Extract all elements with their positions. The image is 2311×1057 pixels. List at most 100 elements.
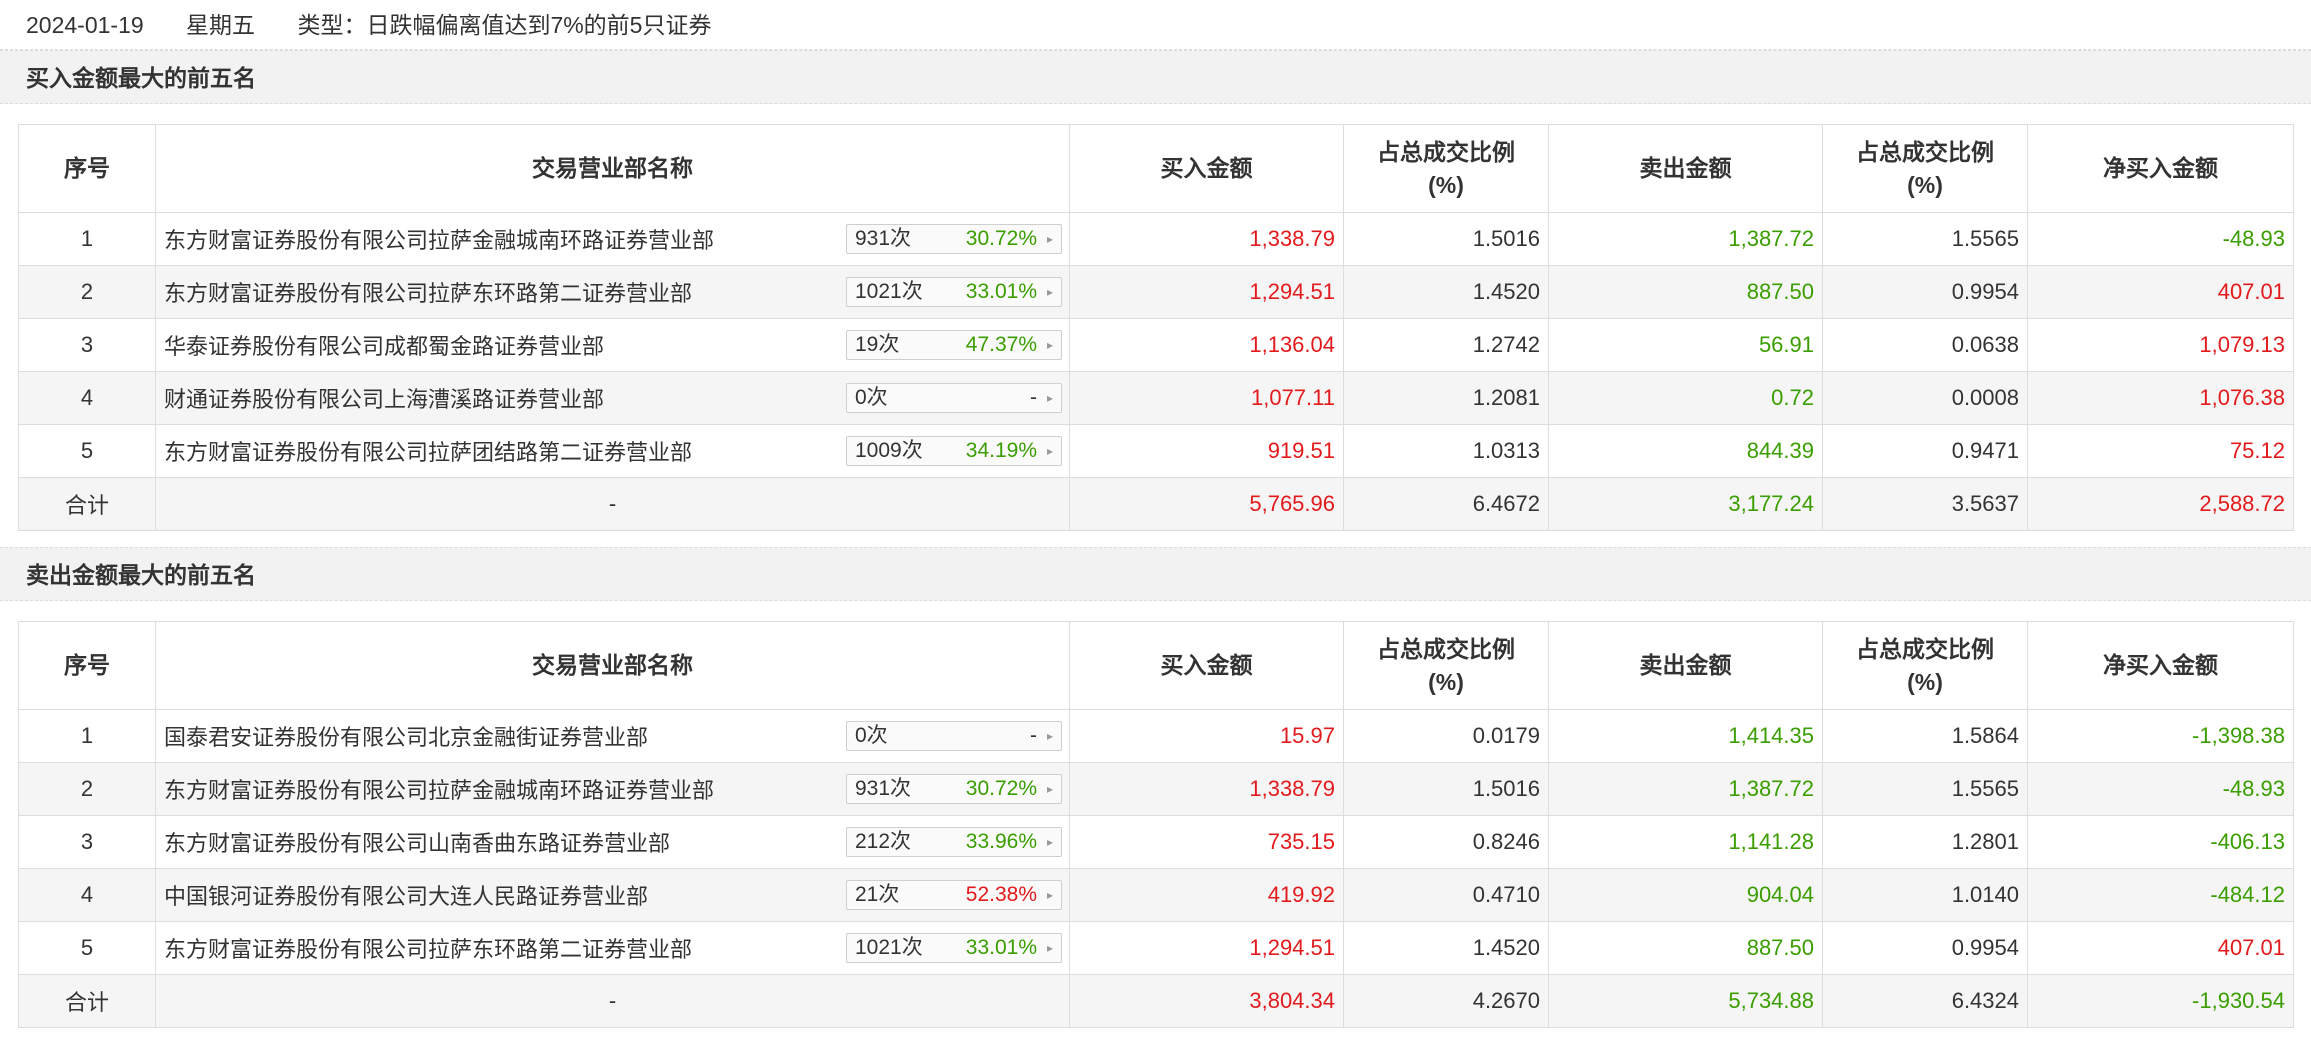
win-rate: -: [1030, 724, 1037, 747]
buy-amount-cell: 1,338.79: [1069, 762, 1344, 816]
total-sell-ratio-cell: 3.5637: [1822, 477, 2028, 531]
table-header-row: 序号 交易营业部名称 买入金额 占总成交比例 (%) 卖出金额 占总成交比例 (%)…: [18, 621, 2294, 710]
buy-amount-cell: 1,136.04: [1069, 318, 1344, 372]
branch-name[interactable]: 华泰证券股份有限公司成都蜀金路证券营业部: [164, 329, 604, 361]
branch-name[interactable]: 财通证券股份有限公司上海漕溪路证券营业部: [164, 382, 604, 414]
total-name-cell: -: [155, 974, 1070, 1028]
total-buy-ratio-cell: 6.4672: [1343, 477, 1549, 531]
buy-table-body: 1 东方财富证券股份有限公司拉萨金融城南环路证券营业部 931次 30.72% ▸ 1,3…: [18, 212, 2294, 531]
branch-name[interactable]: 国泰君安证券股份有限公司北京金融街证券营业部: [164, 720, 648, 752]
branch-stats-badge[interactable]: 1021次 33.01% ▸: [846, 277, 1062, 307]
branch-name[interactable]: 东方财富证券股份有限公司拉萨金融城南环路证券营业部: [164, 773, 714, 805]
col-header-buy: 买入金额: [1069, 621, 1344, 710]
branch-name[interactable]: 东方财富证券股份有限公司拉萨团结路第二证券营业部: [164, 435, 692, 467]
buy-table-wrapper: 序号 交易营业部名称 买入金额 占总成交比例 (%) 卖出金额 占总成交比例 (%)…: [0, 124, 2311, 531]
header-line: 占总成交比例: [1377, 138, 1515, 165]
buy-amount-cell: 15.97: [1069, 709, 1344, 763]
table-row: 5 东方财富证券股份有限公司拉萨团结路第二证券营业部 1009次 34.19% ▸ 919…: [18, 424, 2294, 478]
col-header-sell: 卖出金额: [1548, 124, 1823, 213]
table-header-row: 序号 交易营业部名称 买入金额 占总成交比例 (%) 卖出金额 占总成交比例 (%)…: [18, 124, 2294, 213]
caret-right-icon: ▸: [1046, 338, 1053, 352]
sell-ratio-cell: 1.0140: [1822, 868, 2028, 922]
branch-stats-badge[interactable]: 21次 52.38% ▸: [846, 880, 1062, 910]
caret-right-icon: ▸: [1046, 285, 1053, 299]
caret-right-icon: ▸: [1046, 888, 1053, 902]
listing-count: 21次: [855, 883, 900, 906]
listing-count: 931次: [855, 777, 912, 800]
branch-stats-badge[interactable]: 0次 - ▸: [846, 721, 1062, 751]
branch-name[interactable]: 中国银河证券股份有限公司大连人民路证券营业部: [164, 879, 648, 911]
col-header-net: 净买入金额: [2027, 621, 2294, 710]
table-row: 2 东方财富证券股份有限公司拉萨金融城南环路证券营业部 931次 30.72% ▸ 1,3…: [18, 762, 2294, 816]
table-row: 2 东方财富证券股份有限公司拉萨东环路第二证券营业部 1021次 33.01% ▸ 1,2…: [18, 265, 2294, 319]
listing-count: 1009次: [855, 439, 923, 462]
branch-stats-badge[interactable]: 931次 30.72% ▸: [846, 224, 1062, 254]
col-header-name: 交易营业部名称: [155, 124, 1070, 213]
header-line: (%): [1428, 668, 1464, 695]
listing-count: 212次: [855, 830, 912, 853]
total-net-cell: -1,930.54: [2027, 974, 2294, 1028]
table-row: 3 东方财富证券股份有限公司山南香曲东路证券营业部 212次 33.96% ▸ 735.1…: [18, 815, 2294, 869]
col-header-sell-ratio: 占总成交比例 (%): [1822, 124, 2028, 213]
branch-name[interactable]: 东方财富证券股份有限公司拉萨东环路第二证券营业部: [164, 932, 692, 964]
win-rate: 34.19%: [965, 439, 1037, 462]
buy-ratio-cell: 1.5016: [1343, 212, 1549, 266]
branch-stats-badge[interactable]: 1021次 33.01% ▸: [846, 933, 1062, 963]
col-header-name: 交易营业部名称: [155, 621, 1070, 710]
win-rate: -: [1030, 386, 1037, 409]
buy-ratio-cell: 1.4520: [1343, 921, 1549, 975]
win-rate: 33.96%: [965, 830, 1037, 853]
branch-stats-badge[interactable]: 1009次 34.19% ▸: [846, 436, 1062, 466]
header-line: 占总成交比例: [1856, 635, 1994, 662]
sell-ratio-cell: 1.5864: [1822, 709, 2028, 763]
seq-cell: 3: [18, 318, 156, 372]
listing-count: 1021次: [855, 280, 923, 303]
win-rate: 30.72%: [965, 777, 1037, 800]
branch-name[interactable]: 东方财富证券股份有限公司拉萨金融城南环路证券营业部: [164, 223, 714, 255]
branch-stats-badge[interactable]: 0次 - ▸: [846, 383, 1062, 413]
listing-count: 1021次: [855, 936, 923, 959]
branch-name[interactable]: 东方财富证券股份有限公司拉萨东环路第二证券营业部: [164, 276, 692, 308]
caret-right-icon: ▸: [1046, 835, 1053, 849]
buy-ratio-cell: 1.5016: [1343, 762, 1549, 816]
table-row: 1 东方财富证券股份有限公司拉萨金融城南环路证券营业部 931次 30.72% ▸ 1,3…: [18, 212, 2294, 266]
win-rate: 33.01%: [965, 936, 1037, 959]
buy-amount-cell: 1,294.51: [1069, 921, 1344, 975]
col-header-buy-ratio: 占总成交比例 (%): [1343, 124, 1549, 213]
weekday-label: 星期五: [186, 12, 256, 38]
seq-cell: 2: [18, 762, 156, 816]
table-row: 4 中国银河证券股份有限公司大连人民路证券营业部 21次 52.38% ▸ 419.92 0…: [18, 868, 2294, 922]
buy-ratio-cell: 0.8246: [1343, 815, 1549, 869]
sell-amount-cell: 1,141.28: [1548, 815, 1823, 869]
branch-name[interactable]: 东方财富证券股份有限公司山南香曲东路证券营业部: [164, 826, 670, 858]
listing-count: 931次: [855, 227, 912, 250]
seq-cell: 1: [18, 709, 156, 763]
table-row: 5 东方财富证券股份有限公司拉萨东环路第二证券营业部 1021次 33.01% ▸ 1,2…: [18, 921, 2294, 975]
branch-name-cell: 财通证券股份有限公司上海漕溪路证券营业部 0次 - ▸: [155, 371, 1070, 425]
branch-stats-badge[interactable]: 19次 47.37% ▸: [846, 330, 1062, 360]
win-rate: 33.01%: [965, 280, 1037, 303]
header-line: (%): [1907, 171, 1943, 198]
branch-name-cell: 东方财富证券股份有限公司拉萨金融城南环路证券营业部 931次 30.72% ▸: [155, 212, 1070, 266]
total-row: 合计 -3,804.34 4.2670 5,734.88 6.4324 -1,930.54: [18, 974, 2294, 1028]
header-line: (%): [1428, 171, 1464, 198]
branch-stats-badge[interactable]: 931次 30.72% ▸: [846, 774, 1062, 804]
net-amount-cell: 1,076.38: [2027, 371, 2294, 425]
net-amount-cell: -484.12: [2027, 868, 2294, 922]
listing-count: 0次: [855, 724, 888, 747]
sell-amount-cell: 1,387.72: [1548, 212, 1823, 266]
header-line: (%): [1907, 668, 1943, 695]
caret-right-icon: ▸: [1046, 782, 1053, 796]
date-bar: 2024-01-19 星期五 类型：日跌幅偏离值达到7%的前5只证券: [0, 0, 2311, 50]
caret-right-icon: ▸: [1046, 729, 1053, 743]
sell-amount-cell: 887.50: [1548, 265, 1823, 319]
net-amount-cell: -48.93: [2027, 212, 2294, 266]
win-rate: 47.37%: [965, 333, 1037, 356]
table-row: 1 国泰君安证券股份有限公司北京金融街证券营业部 0次 - ▸ 15.97 0.0179 1,…: [18, 709, 2294, 763]
branch-stats-badge[interactable]: 212次 33.96% ▸: [846, 827, 1062, 857]
sell-ratio-cell: 1.5565: [1822, 762, 2028, 816]
total-buy-ratio-cell: 4.2670: [1343, 974, 1549, 1028]
sell-ratio-cell: 0.9954: [1822, 921, 2028, 975]
